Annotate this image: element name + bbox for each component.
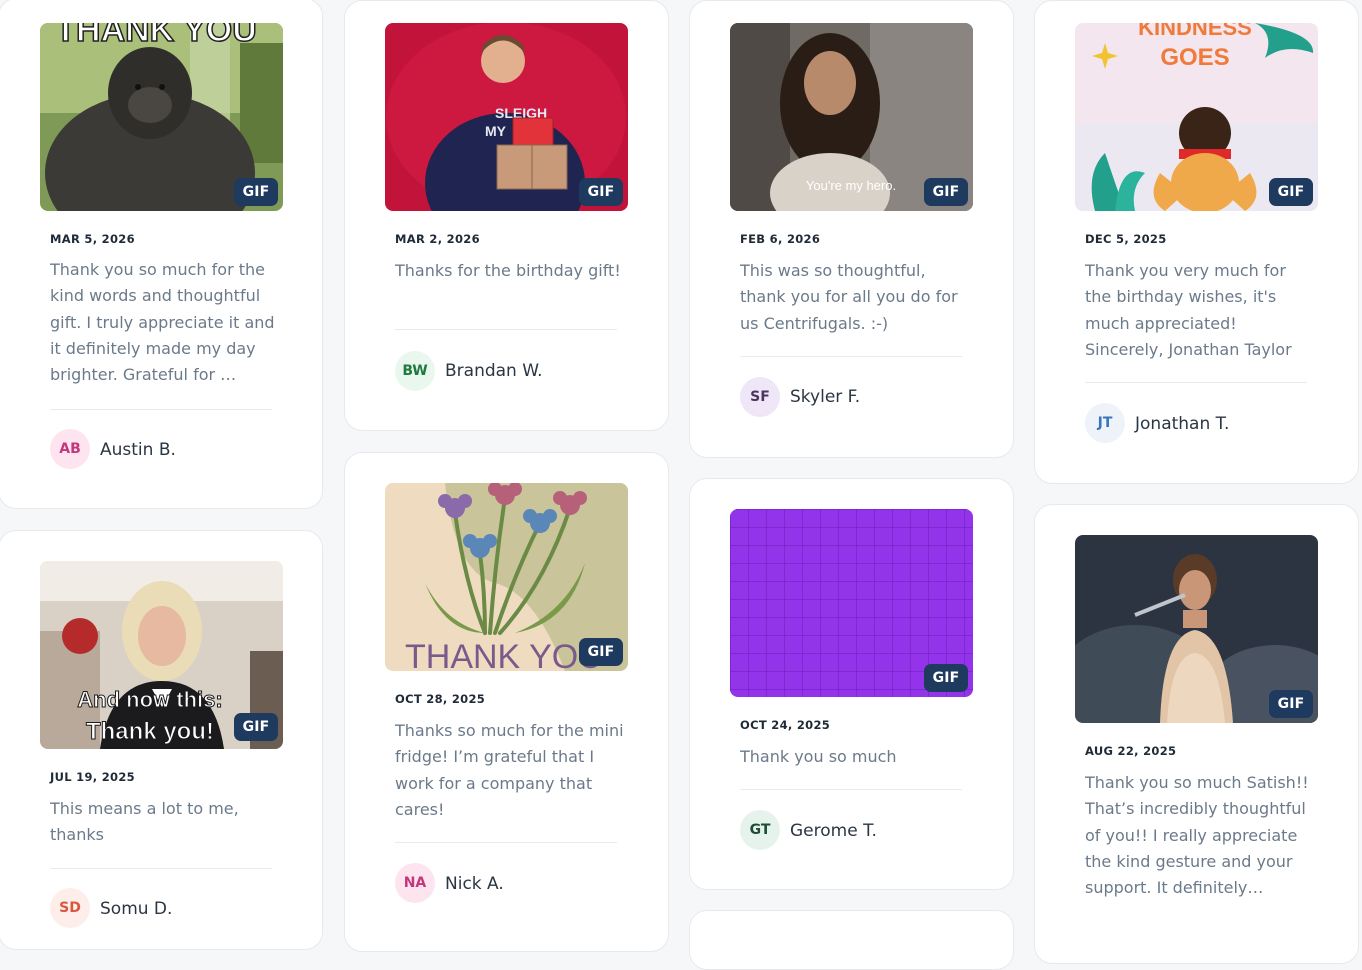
card-date: MAR 2, 2026 xyxy=(395,232,480,246)
svg-text:MY: MY xyxy=(485,123,507,139)
card-divider xyxy=(740,356,962,357)
appreciation-card[interactable]: KINDNESS GOES GIF DEC 5, 2025 Thank you … xyxy=(1034,0,1359,484)
gif-badge: GIF xyxy=(1269,690,1313,718)
card-date: MAR 5, 2026 xyxy=(50,232,135,246)
author-name[interactable]: Nick A. xyxy=(445,874,504,894)
avatar[interactable]: AB xyxy=(50,429,90,469)
author-name[interactable]: Gerome T. xyxy=(790,821,877,841)
gif-thumbnail-thank-you-woman[interactable]: And now this: Thank you! GIF xyxy=(40,561,283,749)
appreciation-card[interactable]: THANK YOU GIF MAR 5, 2026 Thank you so m… xyxy=(0,0,323,509)
appreciation-card[interactable]: And now this: Thank you! GIF JUL 19, 202… xyxy=(0,530,323,950)
card-divider xyxy=(395,329,617,330)
card-message: Thanks for the birthday gift! xyxy=(395,261,621,280)
card-message: Thank you so much for the kind words and… xyxy=(50,260,275,385)
author-name[interactable]: Somu D. xyxy=(100,899,172,919)
author-name[interactable]: Jonathan T. xyxy=(1135,414,1229,434)
gif-thumbnail-kindness[interactable]: KINDNESS GOES GIF xyxy=(1075,23,1318,211)
gif-badge: GIF xyxy=(924,178,968,206)
avatar[interactable]: NA xyxy=(395,863,435,903)
appreciation-card[interactable]: THANK YOU GIF OCT 28, 2025 Thanks so muc… xyxy=(344,452,669,952)
card-divider xyxy=(395,842,617,843)
gif-thumbnail-purple-grid[interactable]: GIF xyxy=(730,509,973,697)
gif-caption: THANK YOU xyxy=(405,638,603,671)
avatar[interactable]: SF xyxy=(740,377,780,417)
gif-badge: GIF xyxy=(234,713,278,741)
gif-badge: GIF xyxy=(234,178,278,206)
author-name[interactable]: Austin B. xyxy=(100,440,176,460)
gif-caption-line2: GOES xyxy=(1160,44,1229,71)
card-date: JUL 19, 2025 xyxy=(50,770,135,784)
appreciation-card[interactable]: You're my hero. GIF FEB 6, 2026 This was… xyxy=(689,0,1014,458)
appreciation-card[interactable]: GIF OCT 24, 2025 Thank you so much GT Ge… xyxy=(689,478,1014,890)
gif-thumbnail-gift-man[interactable]: SLEIGH MY GIF xyxy=(385,23,628,211)
appreciation-card[interactable]: GIF AUG 22, 2025 Thank you so much Satis… xyxy=(1034,504,1359,964)
gif-caption: You're my hero. xyxy=(806,178,896,193)
card-message: Thanks so much for the mini fridge! I’m … xyxy=(395,721,624,819)
appreciation-card[interactable]: SLEIGH MY GIF MAR 2, 2026 Thanks for the… xyxy=(344,0,669,431)
gif-thumbnail-singer[interactable]: GIF xyxy=(1075,535,1318,723)
gif-thumbnail-gorilla[interactable]: THANK YOU GIF xyxy=(40,23,283,211)
card-message: Thank you so much xyxy=(740,747,897,766)
author-name[interactable]: Skyler F. xyxy=(790,387,860,407)
gif-badge: GIF xyxy=(924,664,968,692)
card-divider xyxy=(1085,382,1307,383)
gif-thumbnail-hero[interactable]: You're my hero. GIF xyxy=(730,23,973,211)
card-message: Thank you very much for the birthday wis… xyxy=(1085,261,1292,359)
gif-badge: GIF xyxy=(579,638,623,666)
gif-badge: GIF xyxy=(1269,178,1313,206)
avatar[interactable]: GT xyxy=(740,810,780,850)
gif-thumbnail-flowers[interactable]: THANK YOU GIF xyxy=(385,483,628,671)
appreciation-card[interactable] xyxy=(689,910,1014,970)
gif-caption-line1: KINDNESS xyxy=(1138,23,1252,40)
card-divider xyxy=(50,868,272,869)
card-message: This was so thoughtful, thank you for al… xyxy=(740,261,958,333)
card-divider xyxy=(740,789,962,790)
card-divider xyxy=(50,409,272,410)
card-message: This means a lot to me, thanks xyxy=(50,799,239,845)
card-date: OCT 28, 2025 xyxy=(395,692,486,706)
gif-badge: GIF xyxy=(579,178,623,206)
avatar[interactable]: JT xyxy=(1085,403,1125,443)
card-date: AUG 22, 2025 xyxy=(1085,744,1177,758)
gif-caption-line2: Thank you! xyxy=(86,718,214,745)
card-date: OCT 24, 2025 xyxy=(740,718,831,732)
author-name[interactable]: Brandan W. xyxy=(445,361,543,381)
card-message: Thank you so much Satish!! That’s incred… xyxy=(1085,773,1309,898)
gif-caption: THANK YOU xyxy=(55,23,257,49)
gif-caption-line1: And now this: xyxy=(77,687,222,712)
card-date: DEC 5, 2025 xyxy=(1085,232,1167,246)
card-date: FEB 6, 2026 xyxy=(740,232,821,246)
avatar[interactable]: SD xyxy=(50,888,90,928)
avatar[interactable]: BW xyxy=(395,351,435,391)
